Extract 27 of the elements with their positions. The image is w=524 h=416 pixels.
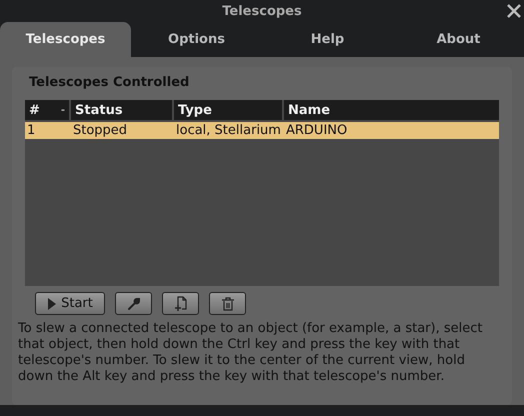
- tab[interactable]: Help: [262, 22, 393, 57]
- wrench-icon: [126, 296, 140, 310]
- tab[interactable]: Options: [131, 22, 262, 57]
- section-title: Telescopes Controlled: [29, 75, 190, 90]
- play-icon: [47, 296, 58, 310]
- tab[interactable]: About: [393, 22, 524, 57]
- close-icon[interactable]: [506, 3, 522, 19]
- trash-icon: [220, 296, 234, 310]
- remove-button[interactable]: [209, 292, 246, 315]
- table-cell-text: ARDUINO: [285, 122, 348, 139]
- table-cell-text: Stopped: [72, 122, 128, 139]
- add-button[interactable]: [162, 292, 199, 315]
- table-cell-text: local, Stellarium: [175, 122, 282, 139]
- column-header[interactable]: # -: [25, 100, 69, 120]
- tab[interactable]: Telescopes: [0, 22, 131, 57]
- table-cell-text: 1: [26, 122, 36, 139]
- column-header[interactable]: Type: [174, 100, 282, 120]
- column-header[interactable]: Status: [71, 100, 172, 120]
- start-button[interactable]: Start: [35, 292, 105, 315]
- help-text: To slew a connected telescope to an object (for example, a star), select that object, then hold down the Ctrl key and press the key with that telescope's number. To slew it to the center of the current view, hold down the Alt key and press the key with that telescope's number.: [18, 321, 484, 385]
- sort-indicator: -: [60, 104, 65, 116]
- table-row[interactable]: 1 Stopped local, Stellarium ARDUINO: [25, 122, 499, 139]
- column-label: #: [29, 102, 40, 118]
- window-title: Telescopes: [222, 4, 302, 18]
- configure-button[interactable]: [115, 292, 152, 315]
- column-header[interactable]: Name: [284, 100, 499, 120]
- add-file-icon: [174, 296, 188, 312]
